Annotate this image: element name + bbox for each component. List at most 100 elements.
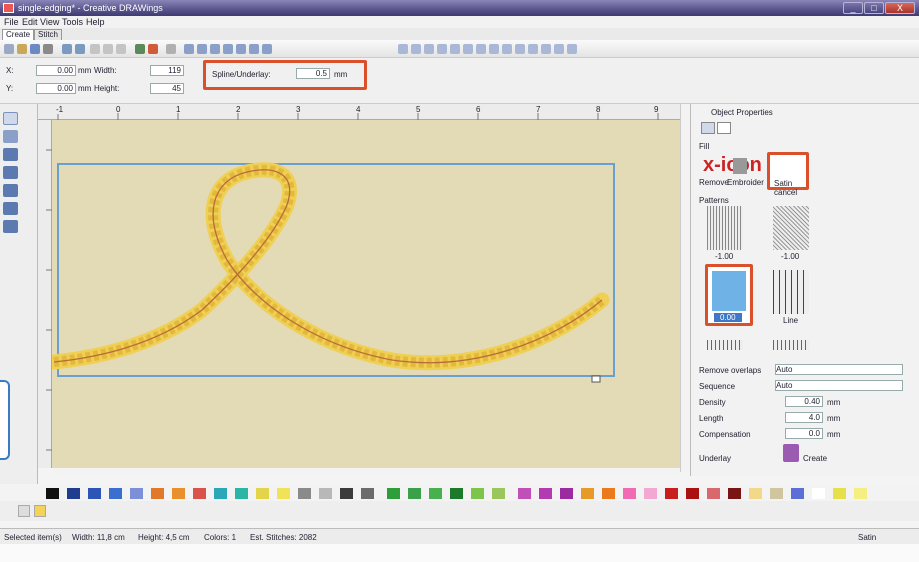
length-input[interactable]: 4.0 [785,412,823,423]
print-icon[interactable] [43,44,53,54]
palette-swatch[interactable] [319,488,332,499]
paste-icon[interactable] [116,44,126,54]
menu-file[interactable]: File [4,17,19,27]
palette-swatch[interactable] [151,488,164,499]
view-icon[interactable] [18,505,30,517]
tab-create[interactable]: Create [2,29,35,40]
palette-swatch[interactable] [387,488,400,499]
palette-swatch[interactable] [429,488,442,499]
underlay-checkbox[interactable]: Underlay [699,454,731,463]
select-tool-icon[interactable] [3,112,18,125]
mirror-icon[interactable] [249,44,259,54]
pattern-1[interactable] [707,206,743,250]
palette-swatch[interactable] [728,488,741,499]
arrange-11-icon[interactable] [528,44,538,54]
close-button[interactable]: X [885,2,915,14]
maximize-button[interactable]: □ [864,2,884,14]
palette-swatch[interactable] [644,488,657,499]
align-left-icon[interactable] [184,44,194,54]
arrange-14-icon[interactable] [567,44,577,54]
palette-swatch[interactable] [235,488,248,499]
align-right-icon[interactable] [210,44,220,54]
palette-swatch[interactable] [602,488,615,499]
line-tool-icon[interactable] [3,148,18,161]
arrange-12-icon[interactable] [541,44,551,54]
arrange-2-icon[interactable] [411,44,421,54]
palette-swatch[interactable] [833,488,846,499]
create-icon[interactable] [783,444,799,462]
palette-swatch[interactable] [791,488,804,499]
new-icon[interactable] [4,44,14,54]
zoom-icon[interactable] [166,44,176,54]
palette-swatch[interactable] [581,488,594,499]
arrange-8-icon[interactable] [489,44,499,54]
horizontal-scrollbar[interactable] [52,468,680,476]
menu-view[interactable]: View [40,17,59,27]
palette-swatch[interactable] [256,488,269,499]
pattern-2[interactable] [773,206,809,250]
panel-tab-1[interactable] [701,122,715,134]
node-tool-icon[interactable] [3,130,18,143]
palette-swatch[interactable] [193,488,206,499]
redo-icon[interactable] [75,44,85,54]
group-icon[interactable] [223,44,233,54]
palette-swatch[interactable] [172,488,185,499]
ungroup-icon[interactable] [236,44,246,54]
palette-swatch[interactable] [665,488,678,499]
fill-checkbox[interactable]: Fill [699,142,709,151]
selected-pattern[interactable]: 0.00 [705,264,753,326]
length-checkbox[interactable]: Length [699,414,723,423]
arrange-9-icon[interactable] [502,44,512,54]
height-input[interactable]: 45 [150,83,184,94]
palette-swatch[interactable] [707,488,720,499]
embroider-icon[interactable] [733,158,747,174]
menu-tools[interactable]: Tools [62,17,83,27]
rotate-icon[interactable] [262,44,272,54]
open-icon[interactable] [17,44,27,54]
palette-swatch[interactable] [130,488,143,499]
satin-border[interactable] [46,162,610,371]
x-input[interactable]: 0.00 [36,65,76,76]
save-icon[interactable] [30,44,40,54]
palette-swatch[interactable] [277,488,290,499]
palette-swatch[interactable] [109,488,122,499]
palette-swatch[interactable] [46,488,59,499]
palette-swatch[interactable] [686,488,699,499]
remove-overlaps-select[interactable]: Auto [775,364,903,375]
align-center-icon[interactable] [197,44,207,54]
menu-help[interactable]: Help [86,17,105,27]
pattern-6[interactable] [773,340,809,350]
vertical-scrollbar[interactable] [680,104,690,472]
arrange-13-icon[interactable] [554,44,564,54]
palette-swatch[interactable] [298,488,311,499]
arrange-1-icon[interactable] [398,44,408,54]
satin-cancel-button[interactable]: Satin cancel [767,152,809,197]
palette-swatch[interactable] [450,488,463,499]
pen-tool-icon[interactable] [3,184,18,197]
minimize-button[interactable]: _ [843,2,863,14]
density-input[interactable]: 0.40 [785,396,823,407]
palette-swatch[interactable] [623,488,636,499]
resize-handle-icon[interactable] [591,375,601,383]
compensation-input[interactable]: 0.0 [785,428,823,439]
palette-swatch[interactable] [749,488,762,499]
palette-swatch[interactable] [340,488,353,499]
y-input[interactable]: 0.00 [36,83,76,94]
arrange-6-icon[interactable] [463,44,473,54]
palette-swatch[interactable] [812,488,825,499]
color-icon[interactable] [34,505,46,517]
palette-swatch[interactable] [518,488,531,499]
cut-icon[interactable] [90,44,100,54]
palette-swatch[interactable] [770,488,783,499]
menu-edit[interactable]: Edit [22,17,38,27]
palette-swatch[interactable] [214,488,227,499]
arrange-5-icon[interactable] [450,44,460,54]
palette-swatch[interactable] [560,488,573,499]
undo-icon[interactable] [62,44,72,54]
pattern-5[interactable] [707,340,743,350]
copy-icon[interactable] [103,44,113,54]
tab-stitch[interactable]: Stitch [34,29,63,40]
arrange-10-icon[interactable] [515,44,525,54]
text-tool-icon[interactable] [3,220,18,233]
palette-swatch[interactable] [539,488,552,499]
